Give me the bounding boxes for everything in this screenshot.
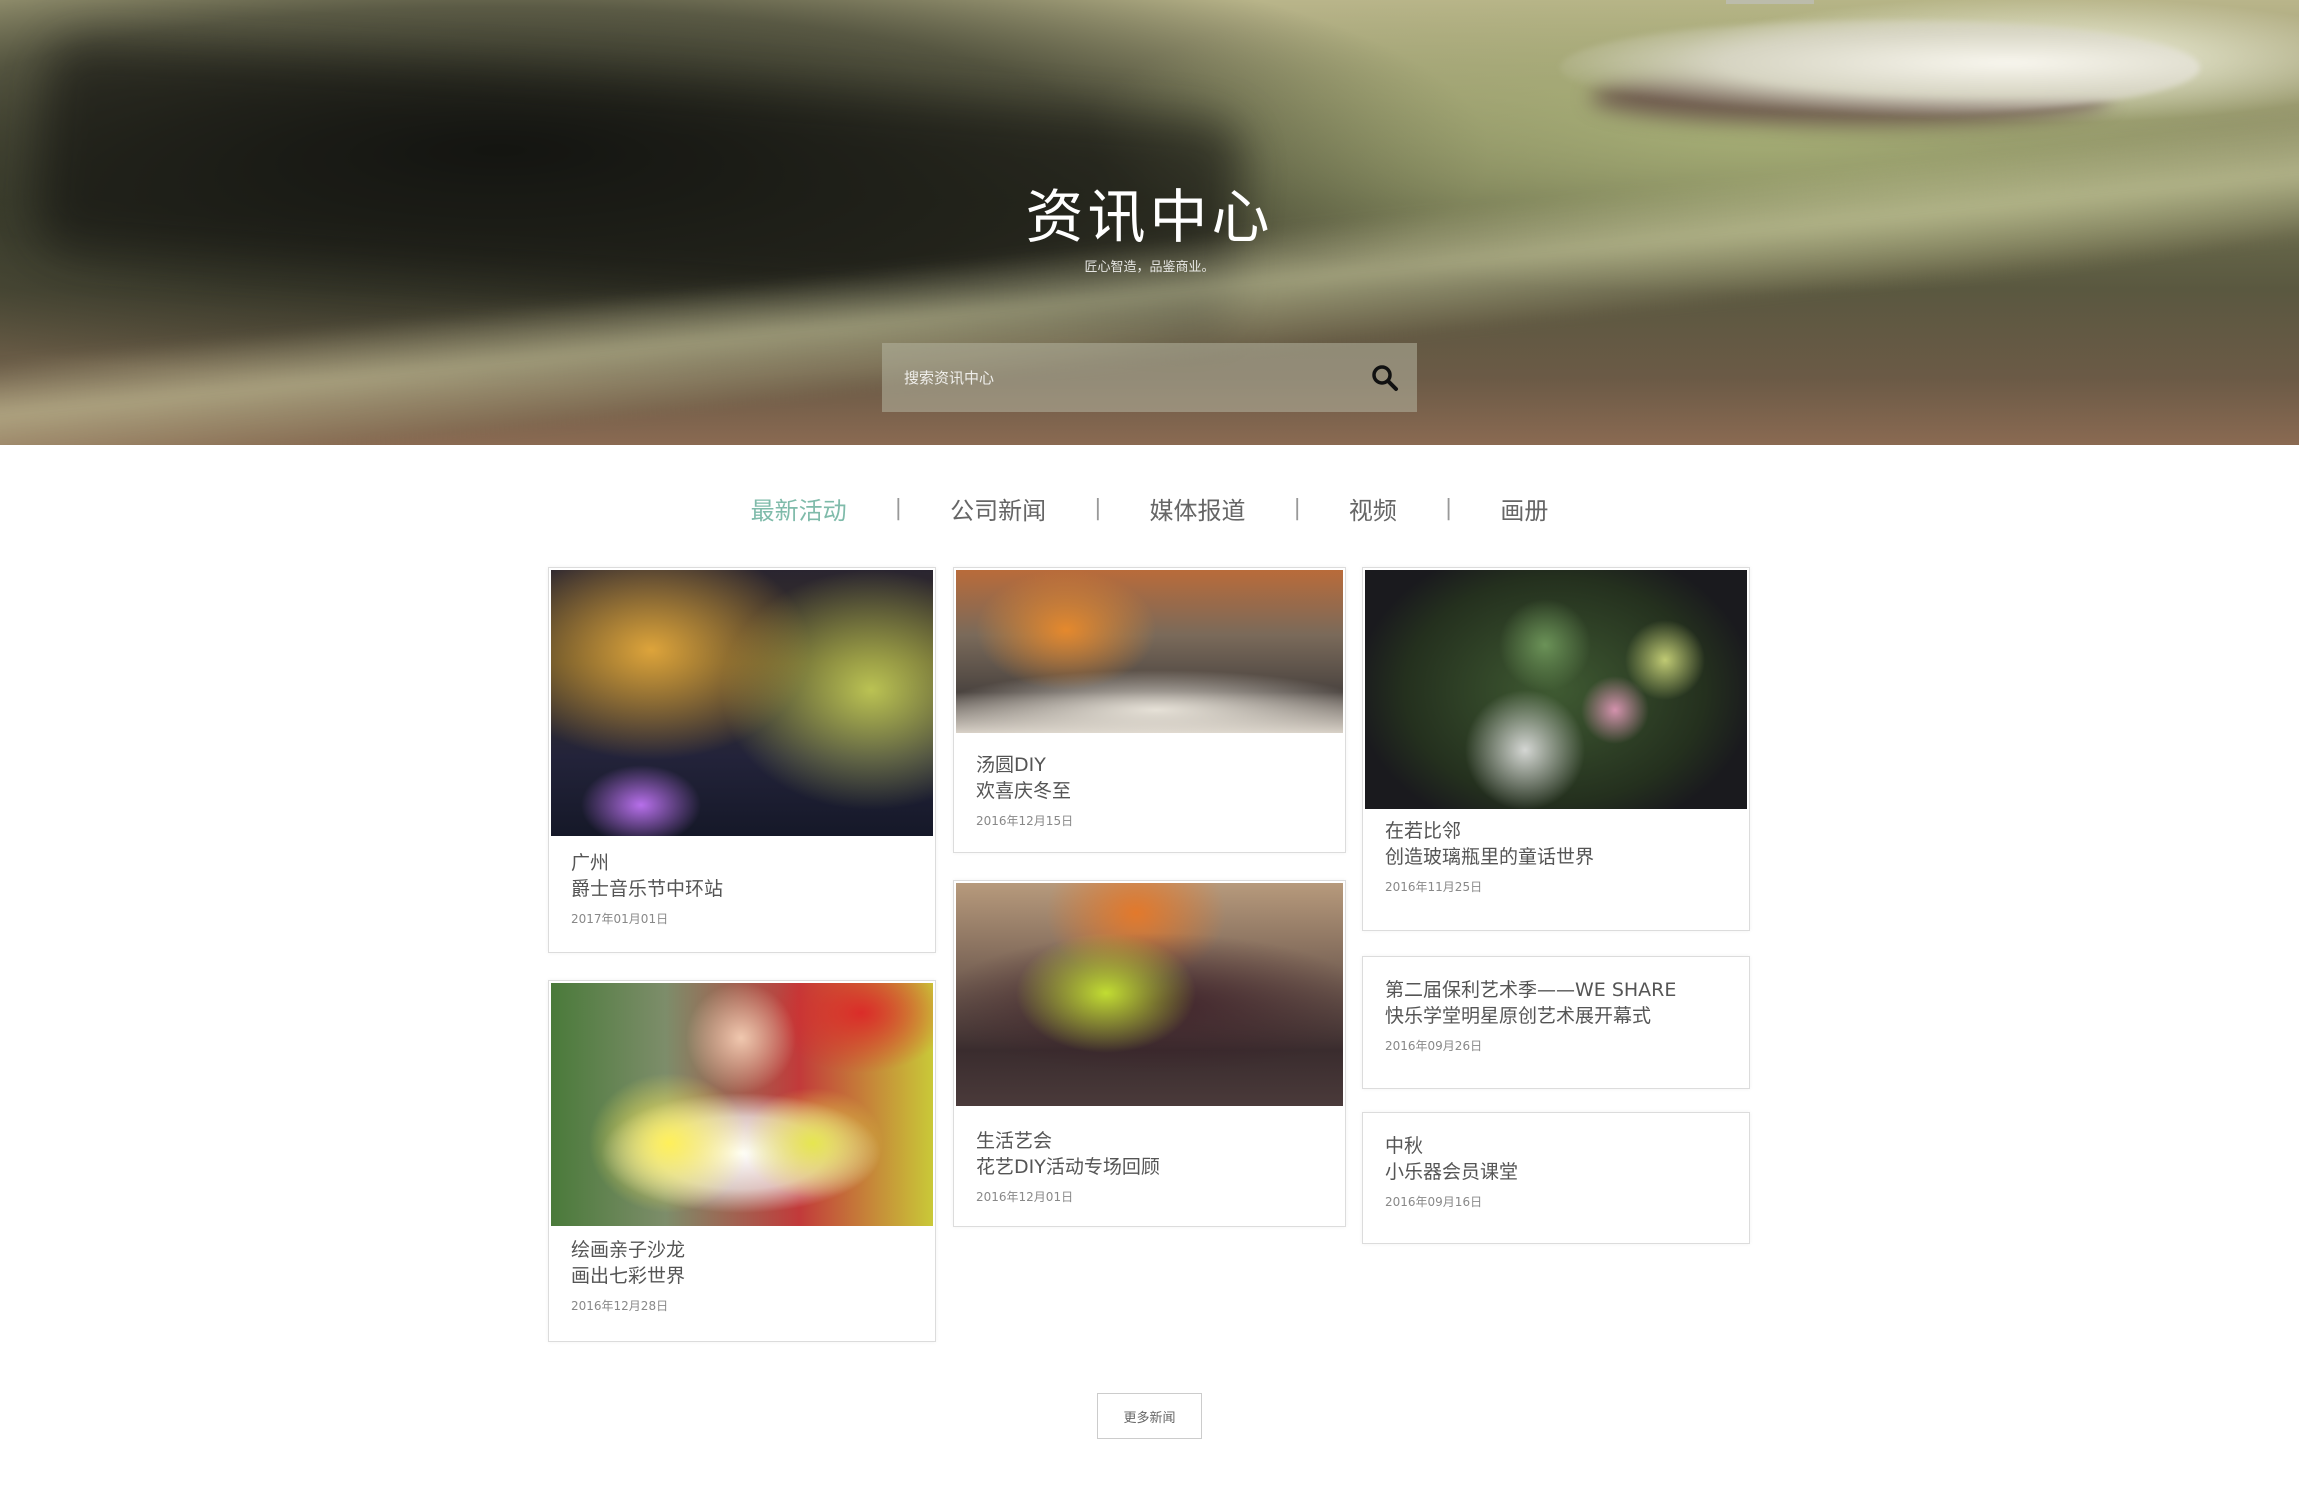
tab-separator: |	[1094, 495, 1102, 521]
more-news-button[interactable]: 更多新闻	[1097, 1393, 1202, 1439]
news-card-subtitle[interactable]: 快乐学堂明星原创艺术展开幕式	[1385, 1003, 1735, 1029]
tab-latest-activities[interactable]: 最新活动	[703, 491, 895, 526]
news-card[interactable]: 广州 爵士音乐节中环站 2017年01月01日	[548, 567, 936, 953]
tab-company-news[interactable]: 公司新闻	[902, 491, 1094, 526]
news-card-title[interactable]: 第二届保利艺术季——WE SHARE	[1385, 977, 1735, 1003]
news-card[interactable]: 汤圆DIY 欢喜庆冬至 2016年12月15日	[953, 567, 1346, 853]
news-card[interactable]: 绘画亲子沙龙 画出七彩世界 2016年12月28日	[548, 980, 936, 1342]
news-card-date: 2016年12月15日	[976, 814, 1074, 828]
news-card-subtitle[interactable]: 创造玻璃瓶里的童话世界	[1385, 844, 1735, 870]
news-card-image[interactable]	[956, 883, 1343, 1106]
search-input[interactable]	[882, 343, 1353, 412]
news-card-date: 2016年12月01日	[976, 1190, 1074, 1204]
news-card-image[interactable]	[551, 570, 933, 836]
page-subtitle: 匠心智造，品鉴商业。	[1084, 260, 1215, 275]
news-card[interactable]: 中秋 小乐器会员课堂 2016年09月16日	[1362, 1112, 1750, 1244]
news-card-date: 2016年11月25日	[1385, 880, 1483, 894]
page-title: 资讯中心	[1025, 183, 1274, 251]
tab-separator: |	[1293, 495, 1301, 521]
news-card-title[interactable]: 广州	[571, 850, 921, 876]
tab-media-reports[interactable]: 媒体报道	[1102, 491, 1294, 526]
tab-separator: |	[1444, 495, 1453, 521]
news-card[interactable]: 生活艺会 花艺DIY活动专场回顾 2016年12月01日	[953, 880, 1346, 1227]
search-button[interactable]	[1353, 343, 1417, 412]
tab-brochure[interactable]: 画册	[1452, 491, 1596, 526]
hero-banner: 资讯中心 匠心智造，品鉴商业。	[0, 0, 2299, 445]
category-tabs: 最新活动 | 公司新闻 | 媒体报道 | 视频 | 画册	[0, 488, 2299, 528]
search-icon	[1372, 364, 1398, 391]
hero-background-mouse	[1560, 20, 2200, 115]
news-card-image[interactable]	[1365, 570, 1747, 809]
news-card-image[interactable]	[956, 570, 1343, 733]
news-card-subtitle[interactable]: 画出七彩世界	[571, 1263, 921, 1289]
news-card[interactable]: 第二届保利艺术季——WE SHARE 快乐学堂明星原创艺术展开幕式 2016年0…	[1362, 956, 1750, 1089]
tab-separator: |	[894, 495, 903, 521]
news-card-date: 2016年09月26日	[1385, 1039, 1483, 1053]
news-card-title[interactable]: 绘画亲子沙龙	[571, 1237, 921, 1263]
news-card-date: 2016年09月16日	[1385, 1195, 1483, 1209]
search-bar	[882, 343, 1417, 412]
news-card-subtitle[interactable]: 欢喜庆冬至	[976, 778, 1331, 804]
news-card-date: 2016年12月28日	[571, 1299, 669, 1313]
tab-video[interactable]: 视频	[1301, 491, 1445, 526]
news-card-title[interactable]: 中秋	[1385, 1133, 1735, 1159]
news-card-date: 2017年01月01日	[571, 912, 669, 926]
news-card[interactable]: 在若比邻 创造玻璃瓶里的童话世界 2016年11月25日	[1362, 567, 1750, 931]
news-card-subtitle[interactable]: 花艺DIY活动专场回顾	[976, 1154, 1331, 1180]
news-card-title[interactable]: 在若比邻	[1385, 818, 1735, 844]
news-card-title[interactable]: 汤圆DIY	[976, 752, 1331, 778]
news-card-image[interactable]	[551, 983, 933, 1226]
top-scroll-tab[interactable]	[1726, 0, 1814, 4]
news-card-title[interactable]: 生活艺会	[976, 1128, 1331, 1154]
news-card-subtitle[interactable]: 小乐器会员课堂	[1385, 1159, 1735, 1185]
news-card-subtitle[interactable]: 爵士音乐节中环站	[571, 876, 921, 902]
